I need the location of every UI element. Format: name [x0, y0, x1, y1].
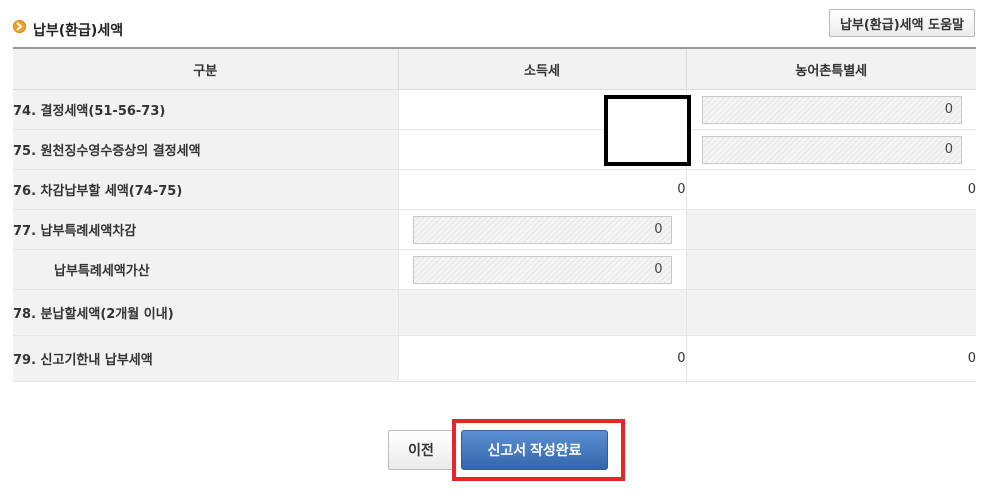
- row-label: 79. 신고기한내 납부세액: [13, 335, 398, 382]
- income-tax-field[interactable]: 0: [412, 255, 672, 284]
- complete-filing-button[interactable]: 신고서 작성완료: [461, 430, 608, 470]
- income-tax-value: 0: [397, 169, 686, 210]
- section-header: 납부(환급)세액 납부(환급)세액 도움말: [13, 9, 975, 47]
- table-row: 76. 차감납부할 세액(74-75) 0 0: [13, 169, 976, 210]
- column-header-category: 구분: [13, 47, 398, 90]
- rural-tax-cell: 0: [685, 129, 976, 170]
- column-header-rural-tax: 농어촌특별세: [685, 47, 976, 90]
- income-tax-cell-empty: [397, 289, 686, 336]
- table-header-row: 구분 소득세 농어촌특별세: [13, 47, 976, 90]
- redaction-box: [604, 95, 691, 166]
- table-row: 74. 결정세액(51-56-73) 0: [13, 89, 976, 130]
- rural-tax-value: 0: [685, 169, 976, 210]
- table-row: 78. 분납할세액(2개월 이내): [13, 289, 976, 336]
- table-row: 75. 원천징수영수증상의 결정세액 0: [13, 129, 976, 170]
- row-label: 76. 차감납부할 세액(74-75): [13, 169, 398, 210]
- help-button[interactable]: 납부(환급)세액 도움말: [828, 9, 975, 37]
- arrow-bullet-icon: [13, 20, 26, 33]
- rural-tax-value: 0: [685, 335, 976, 382]
- rural-tax-cell: 0: [685, 89, 976, 130]
- rural-tax-cell-empty: [685, 289, 976, 336]
- tax-payment-table: 구분 소득세 농어촌특별세 74. 결정세액(51-56-73) 0 75. 원…: [13, 47, 976, 382]
- income-tax-field[interactable]: 0: [412, 215, 672, 244]
- column-header-income-tax: 소득세: [397, 47, 686, 90]
- table-row: 납부특례세액가산 0: [13, 249, 976, 290]
- row-label: 77. 납부특례세액차감: [13, 209, 398, 250]
- rural-tax-cell-empty: [685, 249, 976, 290]
- table-row: 77. 납부특례세액차감 0: [13, 209, 976, 250]
- rural-tax-cell-empty: [685, 209, 976, 250]
- row-label: 납부특례세액가산: [13, 249, 398, 290]
- prev-button[interactable]: 이전: [388, 430, 454, 470]
- rural-tax-field[interactable]: 0: [701, 95, 962, 124]
- row-label: 74. 결정세액(51-56-73): [13, 89, 398, 130]
- table-row: 79. 신고기한내 납부세액 0 0: [13, 335, 976, 382]
- section-title: 납부(환급)세액: [33, 23, 124, 39]
- row-label: 75. 원천징수영수증상의 결정세액: [13, 129, 398, 170]
- income-tax-cell: 0: [397, 209, 686, 250]
- row-label: 78. 분납할세액(2개월 이내): [13, 289, 398, 336]
- income-tax-value: 0: [397, 335, 686, 382]
- rural-tax-field[interactable]: 0: [701, 135, 962, 164]
- income-tax-cell: 0: [397, 249, 686, 290]
